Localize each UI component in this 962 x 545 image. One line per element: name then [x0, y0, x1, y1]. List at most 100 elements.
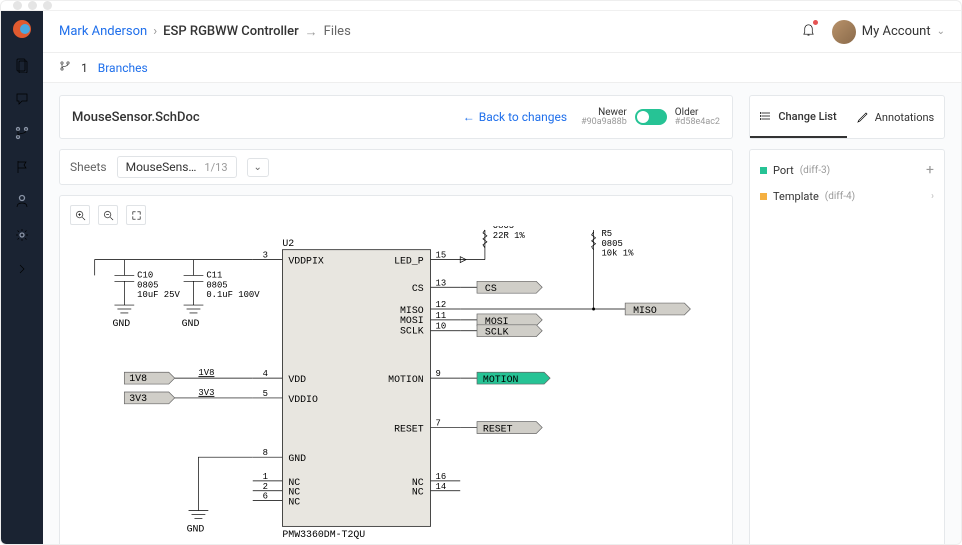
svg-text:10: 10 — [436, 322, 447, 332]
svg-text:6: 6 — [263, 492, 268, 502]
older-hash: #d58e4ac2 — [675, 118, 720, 128]
sidebar-comments-icon[interactable] — [14, 91, 30, 107]
schematic-canvas[interactable]: U2 PMW3360DM-T2QU 3VDDPIX 4VDD 5VDDIO 8G… — [70, 226, 722, 545]
svg-text:GND: GND — [182, 318, 200, 329]
branches-bar: 1 Branches — [43, 53, 961, 83]
app-logo — [12, 19, 32, 39]
change-color-icon — [760, 167, 767, 174]
svg-text:12: 12 — [436, 300, 447, 310]
svg-text:3V3: 3V3 — [129, 393, 147, 404]
back-to-changes-link[interactable]: ← Back to changes — [463, 110, 567, 124]
svg-text:14: 14 — [436, 482, 447, 492]
change-name: Template — [773, 190, 819, 203]
svg-text:RESET: RESET — [483, 423, 513, 434]
svg-text:15: 15 — [436, 251, 447, 261]
svg-text:GND: GND — [112, 318, 130, 329]
sidebar-settings-icon[interactable] — [14, 227, 30, 243]
svg-text:PMW3360DM-T2QU: PMW3360DM-T2QU — [282, 529, 365, 540]
svg-text:22R 1%: 22R 1% — [493, 231, 526, 241]
breadcrumb-project[interactable]: ESP RGBWW Controller — [163, 24, 299, 39]
notifications-icon[interactable] — [801, 22, 816, 41]
file-header: MouseSensor.SchDoc ← Back to changes New… — [59, 95, 733, 139]
window-controls — [1, 1, 961, 11]
svg-text:5: 5 — [263, 389, 268, 399]
sheets-label: Sheets — [70, 160, 107, 174]
newer-label: Newer — [598, 107, 627, 118]
traffic-light-close[interactable] — [13, 1, 22, 10]
tab-change-list[interactable]: Change List — [750, 96, 847, 138]
svg-text:8: 8 — [263, 448, 268, 458]
svg-text:0805: 0805 — [206, 280, 227, 290]
sidebar — [1, 11, 43, 545]
sidebar-collapse-icon[interactable] — [14, 261, 30, 277]
breadcrumb-user[interactable]: Mark Anderson — [59, 24, 147, 39]
svg-text:VDDPIX: VDDPIX — [288, 256, 324, 267]
svg-text:1V8: 1V8 — [198, 368, 214, 378]
zoom-in-button[interactable] — [70, 205, 90, 225]
svg-text:C10: C10 — [137, 270, 153, 280]
change-diff: (diff-3) — [800, 165, 830, 176]
schematic-panel: U2 PMW3360DM-T2QU 3VDDPIX 4VDD 5VDDIO 8G… — [59, 195, 733, 545]
svg-text:C11: C11 — [206, 270, 222, 280]
sheets-select[interactable]: MouseSens… 1/13 — [117, 156, 237, 178]
traffic-light-min[interactable] — [28, 1, 37, 10]
svg-text:0805: 0805 — [137, 280, 158, 290]
svg-text:16: 16 — [436, 472, 447, 482]
sheets-count: 1/13 — [204, 161, 227, 174]
chevron-down-icon: ⌄ — [254, 162, 262, 173]
fullscreen-button[interactable] — [126, 205, 146, 225]
svg-text:0.1uF 100V: 0.1uF 100V — [206, 290, 260, 300]
svg-text:LED_P: LED_P — [394, 256, 424, 267]
svg-text:11: 11 — [436, 311, 447, 321]
traffic-light-max[interactable] — [43, 1, 52, 10]
version-toggle[interactable] — [635, 109, 667, 125]
branches-count: 1 — [81, 61, 88, 75]
notification-dot — [813, 20, 818, 25]
branches-link[interactable]: Branches — [98, 61, 148, 75]
svg-text:MISO: MISO — [633, 305, 657, 316]
svg-text:3V3: 3V3 — [198, 388, 214, 398]
svg-text:3: 3 — [263, 251, 268, 261]
file-title: MouseSensor.SchDoc — [72, 110, 200, 125]
svg-text:10uF 25V: 10uF 25V — [137, 290, 180, 300]
diff-toggle: Newer #90a9a88b Older #d58e4ac2 — [581, 107, 720, 128]
svg-text:0805: 0805 — [601, 239, 622, 249]
svg-text:CS: CS — [485, 283, 497, 294]
account-label: My Account — [862, 24, 931, 39]
sheets-dropdown[interactable]: ⌄ — [247, 158, 269, 177]
zoom-out-button[interactable] — [98, 205, 118, 225]
svg-text:10k 1%: 10k 1% — [601, 249, 634, 259]
arrow-right-icon: → — [305, 24, 318, 40]
branch-icon — [59, 60, 71, 75]
older-label: Older — [675, 107, 699, 118]
sidebar-user-icon[interactable] — [14, 193, 30, 209]
svg-text:1: 1 — [263, 472, 268, 482]
account-menu[interactable]: My Account ⌄ — [832, 20, 945, 44]
svg-text:MOTION: MOTION — [388, 374, 424, 385]
sheets-bar: Sheets MouseSens… 1/13 ⌄ — [59, 149, 733, 185]
svg-text:GND: GND — [288, 453, 306, 464]
svg-text:SCLK: SCLK — [400, 326, 424, 337]
breadcrumb-path: Files — [324, 24, 351, 39]
svg-text:9: 9 — [436, 369, 441, 379]
sidebar-branches-icon[interactable] — [14, 125, 30, 141]
svg-text:VDD: VDD — [288, 374, 306, 385]
change-list: Port (diff-3) + Template (diff-4) › — [749, 149, 945, 545]
add-icon[interactable]: + — [926, 162, 934, 178]
svg-text:7: 7 — [436, 419, 441, 429]
change-color-icon — [760, 193, 767, 200]
svg-text:13: 13 — [436, 278, 447, 288]
svg-text:VDDIO: VDDIO — [288, 394, 318, 405]
sidebar-flag-icon[interactable] — [14, 159, 30, 175]
svg-text:NC: NC — [288, 497, 300, 508]
sidebar-files-icon[interactable] — [14, 57, 30, 73]
tab-annotations[interactable]: Annotations — [847, 96, 944, 138]
svg-text:MOTION: MOTION — [483, 374, 519, 385]
change-name: Port — [773, 164, 794, 177]
chevron-down-icon: ⌄ — [937, 26, 945, 37]
svg-text:CS: CS — [412, 283, 424, 294]
change-item[interactable]: Port (diff-3) + — [750, 156, 944, 184]
change-item[interactable]: Template (diff-4) › — [750, 184, 944, 209]
sheets-current: MouseSens… — [126, 160, 197, 174]
svg-text:U2: U2 — [282, 238, 294, 249]
